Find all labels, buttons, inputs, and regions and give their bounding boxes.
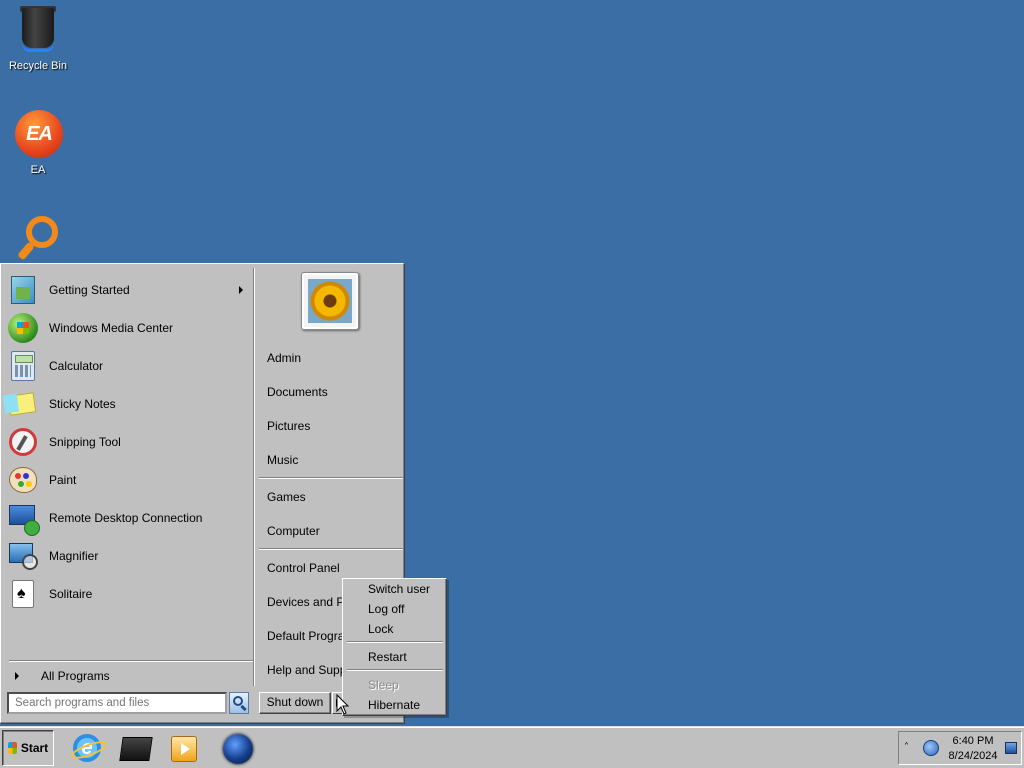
all-programs-button[interactable]: All Programs: [7, 664, 251, 688]
right-arrow-icon: [15, 672, 19, 680]
program-label: Remote Desktop Connection: [49, 511, 203, 525]
start-item-computer[interactable]: Computer: [267, 524, 320, 538]
program-label: Getting Started: [49, 283, 130, 297]
user-picture[interactable]: [301, 272, 359, 330]
program-label: Windows Media Center: [49, 321, 174, 335]
taskbar-internet-explorer[interactable]: e: [70, 731, 104, 765]
clock-time: 6:40 PM: [952, 735, 994, 747]
program-label: Calculator: [49, 359, 104, 373]
program-snipping-tool[interactable]: Snipping Tool: [7, 424, 251, 460]
start-item-games[interactable]: Games: [267, 490, 306, 504]
pane-divider: [253, 268, 255, 686]
program-label: Solitaire: [49, 587, 93, 601]
snipping-tool-icon: [7, 426, 39, 458]
desktop-icon-magnifier[interactable]: [0, 212, 76, 268]
magnifier-icon: [7, 540, 39, 572]
program-remote-desktop-connection[interactable]: Remote Desktop Connection: [7, 500, 251, 536]
taskbar-media-player[interactable]: [166, 731, 200, 765]
remote-desktop-icon: [7, 502, 40, 536]
magnifier-search-icon: [12, 212, 64, 264]
taskbar-folder[interactable]: [118, 731, 153, 765]
show-hidden-icons-chevron-icon[interactable]: ˄: [904, 742, 909, 753]
separator: [347, 641, 443, 643]
windows-media-center-icon: [7, 312, 39, 344]
clock-date: 8/24/2024: [948, 750, 998, 762]
program-windows-media-center[interactable]: Windows Media Center: [7, 310, 251, 346]
submenu-arrow-icon: [239, 286, 243, 294]
start-item-admin[interactable]: Admin: [267, 351, 301, 365]
sticky-notes-icon: [7, 388, 39, 420]
power-options-menu: Switch user Log off Lock Restart Sleep H…: [342, 578, 447, 716]
search-input[interactable]: [7, 692, 227, 714]
internet-explorer-icon: e: [73, 734, 101, 762]
start-item-music[interactable]: Music: [267, 453, 298, 467]
program-paint[interactable]: Paint: [7, 462, 251, 498]
desktop-icon-ea[interactable]: EA EA: [0, 108, 76, 176]
start-label: Start: [20, 741, 49, 755]
show-desktop-icon[interactable]: [1005, 742, 1017, 754]
start-item-pictures[interactable]: Pictures: [267, 419, 310, 433]
program-label: Snipping Tool: [49, 435, 121, 449]
program-getting-started[interactable]: Getting Started: [7, 272, 251, 308]
program-label: Magnifier: [49, 549, 99, 563]
network-icon[interactable]: [923, 740, 939, 756]
all-programs-label: All Programs: [41, 669, 110, 683]
separator: [9, 660, 253, 662]
start-item-documents[interactable]: Documents: [267, 385, 328, 399]
separator: [347, 669, 443, 671]
program-sticky-notes[interactable]: Sticky Notes: [7, 386, 251, 422]
program-magnifier[interactable]: Magnifier: [7, 538, 251, 574]
shut-down-button[interactable]: Shut down: [259, 692, 331, 714]
sunflower-avatar-icon: [308, 279, 352, 323]
media-player-icon: [171, 736, 197, 762]
desktop-icon-label: EA: [30, 164, 46, 176]
program-calculator[interactable]: Calculator: [7, 348, 251, 384]
notification-area: ˄ 6:40 PM 8/24/2024: [898, 731, 1022, 765]
menu-item-hibernate[interactable]: Hibernate: [368, 698, 420, 712]
getting-started-icon: [7, 274, 39, 306]
separator: [259, 477, 403, 479]
separator: [259, 548, 403, 550]
clock[interactable]: 6:40 PM 8/24/2024: [943, 734, 1003, 764]
ea-logo-icon: EA: [12, 108, 64, 160]
desktop-icon-recycle-bin[interactable]: Recycle Bin: [0, 4, 76, 72]
solitaire-icon: [7, 578, 39, 610]
menu-item-switch-user[interactable]: Switch user: [368, 582, 430, 596]
paint-icon: [7, 464, 39, 496]
recycle-bin-icon: [12, 4, 64, 56]
menu-item-lock[interactable]: Lock: [368, 622, 393, 636]
desktop-icon-label: Recycle Bin: [8, 60, 68, 72]
taskbar-globe-app[interactable]: [220, 731, 254, 765]
program-label: Sticky Notes: [49, 397, 116, 411]
menu-item-sleep: Sleep: [368, 678, 399, 692]
menu-item-restart[interactable]: Restart: [368, 650, 407, 664]
menu-item-log-off[interactable]: Log off: [368, 602, 404, 616]
mouse-pointer-icon: [336, 694, 350, 715]
start-button[interactable]: Start: [2, 730, 54, 766]
start-menu-programs-pane: Getting Started Windows Media Center Cal…: [3, 268, 253, 688]
program-label: Paint: [49, 473, 77, 487]
globe-icon: [223, 734, 253, 764]
windows-logo-icon: [7, 742, 17, 754]
program-solitaire[interactable]: Solitaire: [7, 576, 251, 612]
taskbar: Start e ˄ 6:40 PM 8/24/2024: [0, 726, 1024, 768]
folder-icon: [119, 737, 153, 761]
search-button[interactable]: [229, 692, 249, 714]
calculator-icon: [7, 350, 39, 382]
start-item-control-panel[interactable]: Control Panel: [267, 561, 340, 575]
